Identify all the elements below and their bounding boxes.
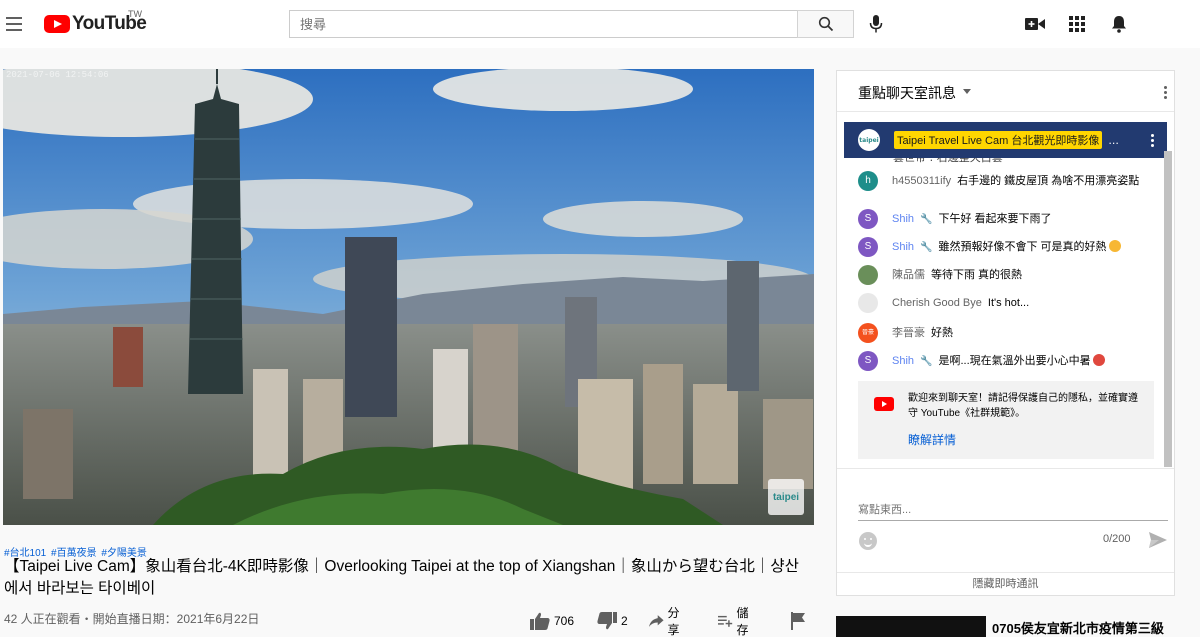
voice-search-button[interactable] (864, 12, 888, 36)
chat-input-area: 0/200 (837, 468, 1174, 571)
chat-message-body: 陳品儒 等待下雨 真的很熱 (892, 268, 1022, 282)
flag-icon (791, 612, 805, 630)
chat-mode-selector[interactable]: 重點聊天室訊息 (858, 83, 956, 103)
video-player[interactable]: 2021-07-06 12:54:06 taipei (3, 69, 814, 525)
share-arrow-icon (649, 615, 664, 627)
taipei-watermark-logo: taipei (768, 479, 804, 515)
avatar[interactable]: S (858, 351, 878, 371)
chat-author-name[interactable]: Shih (892, 355, 914, 367)
pinned-ellipsis: ... (1108, 133, 1119, 147)
pinned-more-icon[interactable] (1149, 132, 1155, 148)
video-frame (3, 69, 814, 525)
chat-message: h h4550311ify 右手邊的 鐵皮屋頂 為啥不用漂亮姿點 (858, 171, 1148, 191)
share-label: 分享 (667, 606, 680, 637)
chat-message-text: 下午好 看起來要下雨了 (938, 213, 1052, 225)
char-count: 0/200 (1103, 533, 1131, 545)
more-options-icon[interactable] (1157, 83, 1173, 101)
hide-chat-button[interactable]: 隱藏即時通訊 (837, 572, 1174, 596)
chat-author-name[interactable]: h4550311ify (892, 175, 951, 187)
avatar[interactable]: h (858, 171, 878, 191)
like-count: 706 (554, 614, 575, 628)
avatar[interactable] (858, 293, 878, 313)
chat-message-text: 右手邊的 鐵皮屋頂 為啥不用漂亮姿點 (957, 175, 1140, 187)
pinned-message-banner[interactable]: taipei Taipei Travel Live Cam 台北觀光即時影像 .… (844, 122, 1167, 158)
moderator-wrench-icon: 🔧 (920, 356, 933, 367)
chat-message: S Shih 🔧 是啊...現在氣溫外出要小心中暑 (858, 351, 1148, 371)
chat-message-text: 等待下雨 真的很熱 (931, 269, 1023, 281)
chat-message-text: It's hot... (987, 297, 1030, 309)
apps-grid-icon (1069, 16, 1085, 32)
video-title: 【Taipei Live Cam】象山看台北-4K即時影像｜Overlookin… (4, 558, 799, 597)
chat-author-name[interactable]: Shih (892, 213, 914, 225)
search-button[interactable] (797, 10, 854, 38)
emoji-icon (1108, 240, 1121, 252)
chat-message-body: 李晉豪 好熱 (892, 326, 953, 340)
youtube-watch-page: YouTube TW 搜尋 2021-07-06 12:54:06 taipei… (0, 0, 1200, 637)
chat-input[interactable] (858, 499, 1168, 521)
chat-welcome-notice: 歡迎來到聊天室！請記得保護自己的隱私，並確實遵守 YouTube《社群規範》。 … (858, 381, 1154, 459)
camera-timestamp: 2021-07-06 12:54:06 (6, 70, 109, 80)
notice-text: 歡迎來到聊天室！請記得保護自己的隱私，並確實遵守 YouTube《社群規範》。 (908, 393, 1138, 419)
chat-message-text: 雖然預報好像不會下 可是真的好熱 (938, 241, 1107, 253)
pinned-author-avatar: taipei (858, 129, 880, 151)
report-button[interactable] (790, 610, 806, 632)
microphone-icon (869, 15, 883, 33)
youtube-play-icon (44, 15, 70, 33)
chat-message-text: 好熱 (931, 327, 953, 339)
chat-scrollbar[interactable] (1164, 151, 1172, 467)
moderator-wrench-icon: 🔧 (920, 214, 933, 225)
view-info: 42 人正在觀看・開始直播日期：2021年6月22日 (4, 612, 260, 626)
chat-message-body: Shih 🔧 下午好 看起來要下雨了 (892, 212, 1052, 227)
related-video-title[interactable]: 0705侯友宜新北市疫情第三級 (992, 618, 1164, 637)
dislike-button[interactable]: 2 (597, 610, 628, 632)
save-label: 儲存 (736, 606, 749, 637)
country-code: TW (128, 9, 142, 19)
chat-author-name[interactable]: Shih (892, 241, 914, 253)
chat-header: 重點聊天室訊息 (837, 71, 1174, 112)
chat-message-body: Cherish Good Bye It's hot... (892, 296, 1029, 310)
related-video-thumbnail[interactable] (836, 616, 986, 637)
chat-message: 晉豪 李晉豪 好熱 (858, 323, 1148, 343)
dislike-count: 2 (621, 614, 628, 628)
chat-message: S Shih 🔧 雖然預報好像不會下 可是真的好熱 (858, 237, 1148, 257)
thumb-up-icon (530, 612, 550, 630)
chat-author-name[interactable]: Cherish Good Bye (892, 297, 982, 309)
notifications-button[interactable] (1107, 12, 1131, 36)
chat-message: Cherish Good Bye It's hot... (858, 293, 1148, 313)
video-camera-icon (1025, 18, 1045, 30)
send-icon[interactable] (1147, 529, 1169, 551)
bell-icon (1112, 16, 1126, 33)
save-button[interactable]: 儲存 (718, 606, 754, 637)
avatar[interactable]: 晉豪 (858, 323, 878, 343)
avatar[interactable] (858, 265, 878, 285)
chat-author-name[interactable]: 陳品儒 (892, 269, 925, 281)
share-button[interactable]: 分享 (649, 606, 685, 637)
avatar[interactable]: S (858, 209, 878, 229)
chat-message-body: Shih 🔧 雖然預報好像不會下 可是真的好熱 (892, 240, 1121, 255)
chat-message-text: 是啊...現在氣溫外出要小心中暑 (938, 355, 1091, 367)
emoji-icon[interactable] (859, 532, 877, 550)
menu-icon[interactable] (4, 8, 24, 40)
thumb-down-icon (597, 612, 617, 630)
masthead: YouTube TW (0, 0, 1200, 48)
pinned-author-name: Taipei Travel Live Cam 台北觀光即時影像 (894, 131, 1103, 149)
like-button[interactable]: 706 (530, 610, 574, 632)
chat-message: S Shih 🔧 下午好 看起來要下雨了 (858, 209, 1148, 229)
chat-author-name[interactable]: 李晉豪 (892, 327, 925, 339)
create-video-button[interactable] (1023, 12, 1047, 36)
live-chat-panel: 重點聊天室訊息 雲世帝 : 右邊整天白雲 taipei Taipei Trave… (836, 70, 1175, 596)
learn-more-link[interactable]: 瞭解詳情 (908, 431, 956, 448)
apps-button[interactable] (1065, 12, 1089, 36)
youtube-icon (874, 397, 894, 411)
avatar[interactable]: S (858, 237, 878, 257)
chat-message-body: h4550311ify 右手邊的 鐵皮屋頂 為啥不用漂亮姿點 (892, 174, 1139, 188)
moderator-wrench-icon: 🔧 (920, 242, 933, 253)
chat-message-body: Shih 🔧 是啊...現在氣溫外出要小心中暑 (892, 354, 1105, 369)
chat-message: 陳品儒 等待下雨 真的很熱 (858, 265, 1148, 285)
caret-down-icon[interactable] (963, 89, 971, 94)
emoji-icon (1092, 354, 1105, 366)
search-icon (818, 16, 833, 32)
playlist-add-icon (718, 615, 733, 627)
search-input[interactable] (289, 10, 797, 38)
